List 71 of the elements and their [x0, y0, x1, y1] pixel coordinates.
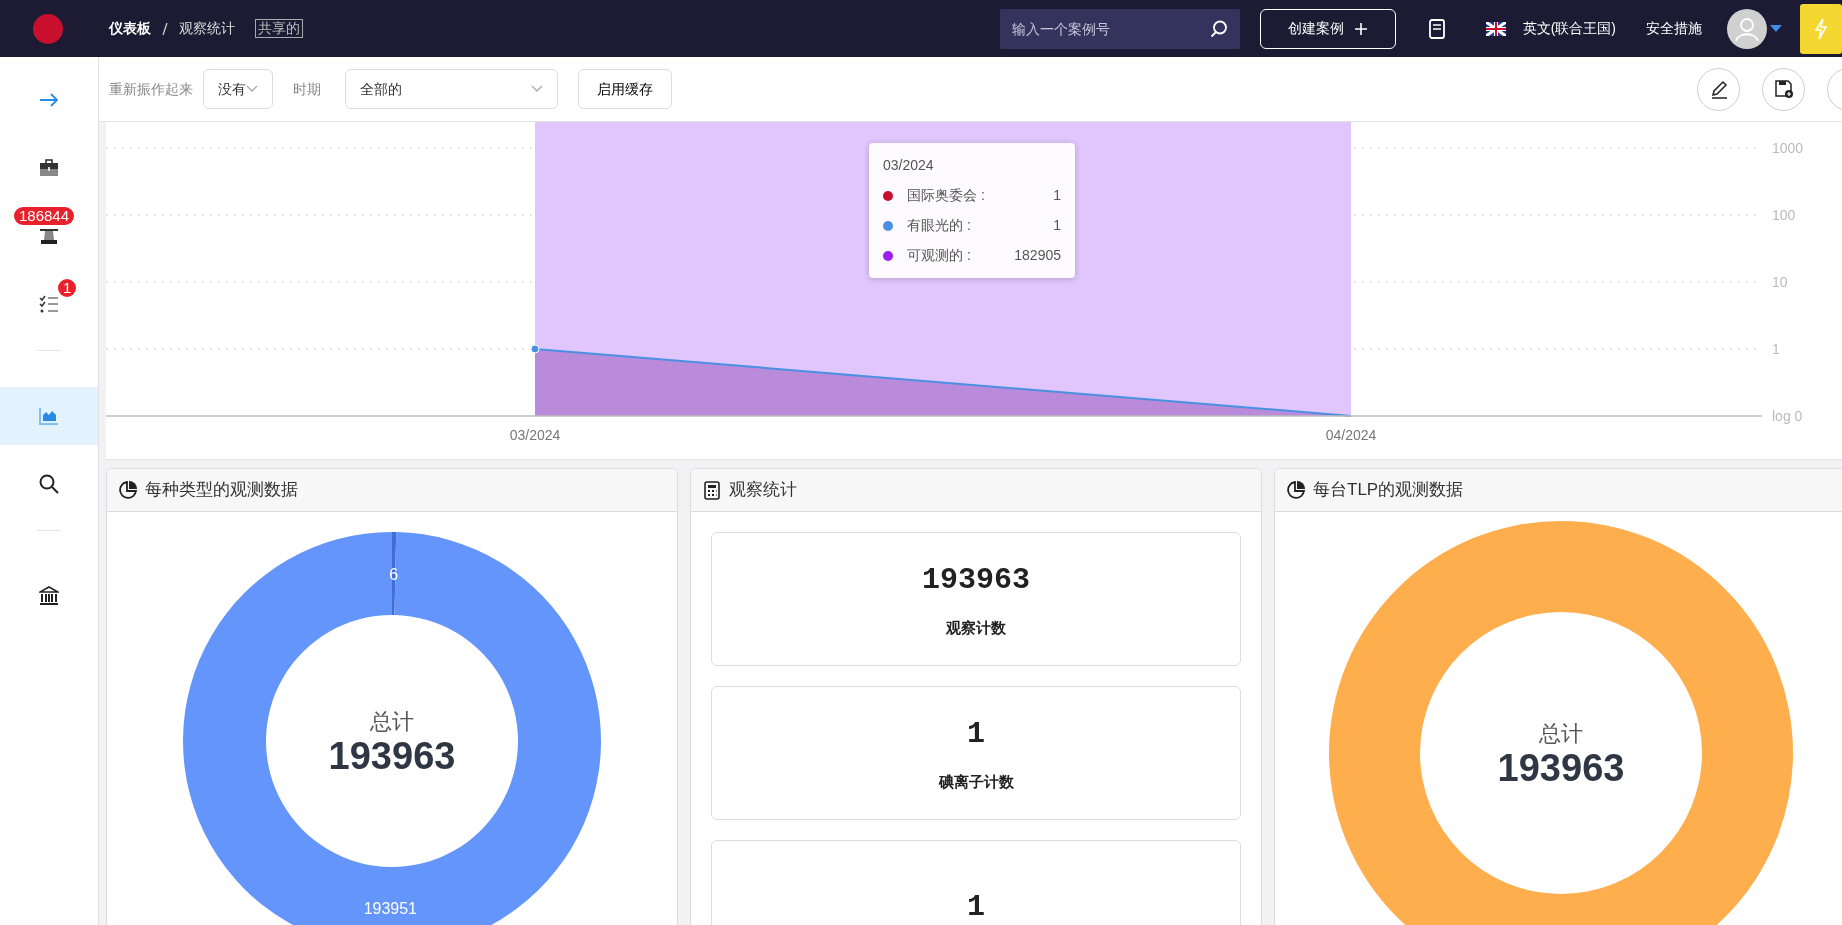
- y-tick-label: 1000: [1772, 140, 1804, 156]
- tooltip-label: 国际奥委会 :: [907, 186, 985, 205]
- sidebar-item[interactable]: 186844: [0, 207, 98, 265]
- security-link[interactable]: 安全措施: [1646, 18, 1702, 39]
- flag-icon[interactable]: [1485, 21, 1506, 36]
- bank-icon: [39, 586, 59, 606]
- lightning-button[interactable]: [1800, 3, 1842, 54]
- tooltip-label: 可观测的 :: [907, 246, 971, 265]
- slice-value-label: 6: [389, 565, 399, 583]
- card-title: 每台TLP的观测数据: [1313, 479, 1464, 502]
- slice-value-label: 193951: [363, 900, 417, 918]
- tooltip-title: 03/2024: [883, 156, 935, 175]
- donut-slice[interactable]: [183, 532, 601, 925]
- x-tick-label: 04/2024: [1325, 427, 1377, 443]
- calculator-icon: [703, 480, 721, 500]
- tooltip-value: 1: [1053, 186, 1061, 205]
- notification-badge: 1: [58, 279, 77, 297]
- notification-badge: 186844: [14, 207, 75, 225]
- caret-down-icon[interactable]: [1770, 24, 1782, 33]
- arrow-right-icon: [39, 92, 59, 108]
- tooltip-value: 182905: [1014, 246, 1061, 265]
- lightning-icon: [1814, 17, 1828, 40]
- y-tick-label: 100: [1772, 207, 1796, 223]
- pie-chart-icon: [1287, 480, 1305, 500]
- y-tick-label: log 0: [1772, 408, 1803, 424]
- breadcrumb-link[interactable]: 仪表板: [109, 18, 151, 39]
- avatar-icon[interactable]: [1727, 8, 1767, 49]
- x-tick-label: 03/2024: [509, 427, 561, 443]
- total-value: 193963: [328, 735, 456, 777]
- enable-cache-button[interactable]: 启用缓存: [578, 69, 672, 109]
- shared-tag: 共享的: [255, 19, 303, 38]
- tooltip-value: 1: [1053, 216, 1061, 235]
- search-icon: [39, 474, 59, 494]
- donut-slice[interactable]: [392, 532, 397, 616]
- total-label: 总计: [1539, 721, 1583, 746]
- chevron-down-icon: [246, 85, 258, 93]
- filter-dropdown[interactable]: 没有: [203, 69, 273, 109]
- search-field[interactable]: 输入一个案例号: [999, 8, 1240, 49]
- pie-chart-icon: [119, 480, 137, 500]
- stat-label: 观察计数: [946, 618, 1006, 639]
- stat-value: 193963: [922, 562, 1030, 600]
- total-label: 总计: [370, 709, 414, 734]
- stand-icon: [37, 228, 61, 244]
- y-tick-label: 10: [1772, 274, 1788, 290]
- stat-label: 碘离子计数: [938, 772, 1014, 793]
- card-title: 观察统计: [729, 479, 797, 502]
- chevron-down-icon: [531, 85, 543, 93]
- stat-value: 1: [967, 888, 985, 925]
- total-value: 193963: [1497, 747, 1625, 789]
- toolbar-button[interactable]: [1762, 67, 1805, 111]
- toolbar-button[interactable]: [1697, 67, 1740, 111]
- search-icon: [1209, 19, 1228, 38]
- logo-icon[interactable]: [33, 13, 63, 44]
- breadcrumb-separator-icon: [161, 21, 169, 36]
- plus-icon: [1353, 21, 1368, 36]
- filter-dropdown[interactable]: 全部的: [345, 69, 558, 109]
- checklist-icon: [39, 295, 59, 313]
- tooltip-label: 有眼光的 :: [907, 216, 971, 235]
- breadcrumb-current: 观察统计: [179, 19, 235, 38]
- area-chart-icon: [39, 407, 59, 425]
- filter-label: 时期: [293, 79, 321, 99]
- briefcase-icon: [39, 159, 59, 177]
- y-tick-label: 1: [1772, 341, 1780, 357]
- book-icon[interactable]: [1427, 18, 1446, 39]
- stat-value: 1: [967, 716, 985, 754]
- filter-label: 重新振作起来: [109, 79, 193, 99]
- language-selector[interactable]: 英文(联合王国): [1522, 18, 1616, 39]
- create-case-button[interactable]: 创建案例: [1259, 8, 1396, 49]
- save-icon: [1773, 79, 1794, 99]
- card-title: 每种类型的观测数据: [145, 479, 298, 502]
- sidebar-item[interactable]: 1: [0, 275, 98, 333]
